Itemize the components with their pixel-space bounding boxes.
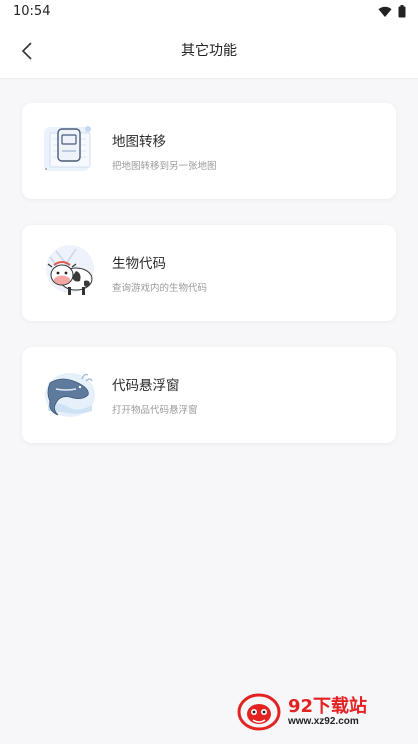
card-creature-codes[interactable]: 生物代码 查询游戏内的生物代码 — [22, 225, 396, 321]
page-title: 其它功能 — [181, 43, 237, 59]
card-subtitle: 把地图转移到另一张地图 — [112, 161, 217, 172]
whale-icon — [42, 365, 98, 421]
watermark-url: www.xz92.com — [288, 716, 359, 727]
header: 其它功能 — [0, 24, 418, 79]
card-title: 地图转移 — [112, 134, 166, 150]
card-title: 代码悬浮窗 — [112, 378, 180, 394]
status-time: 10:54 — [13, 4, 51, 19]
card-code-floating-window[interactable]: 代码悬浮窗 打开物品代码悬浮窗 — [22, 347, 396, 443]
watermark: 92下载站 www.xz92.com — [236, 692, 406, 732]
card-subtitle: 查询游戏内的生物代码 — [112, 283, 208, 294]
card-title: 生物代码 — [112, 256, 166, 272]
watermark-logo-icon — [237, 693, 281, 731]
status-icons — [378, 5, 406, 18]
battery-icon — [398, 5, 406, 18]
watermark-brand: 92下载站 — [288, 696, 368, 717]
map-document-icon — [42, 121, 98, 177]
status-bar: 10:54 — [0, 0, 418, 24]
cow-icon — [42, 243, 98, 299]
wifi-icon — [378, 6, 392, 17]
card-map-transfer[interactable]: 地图转移 把地图转移到另一张地图 — [22, 103, 396, 199]
card-subtitle: 打开物品代码悬浮窗 — [112, 405, 198, 416]
